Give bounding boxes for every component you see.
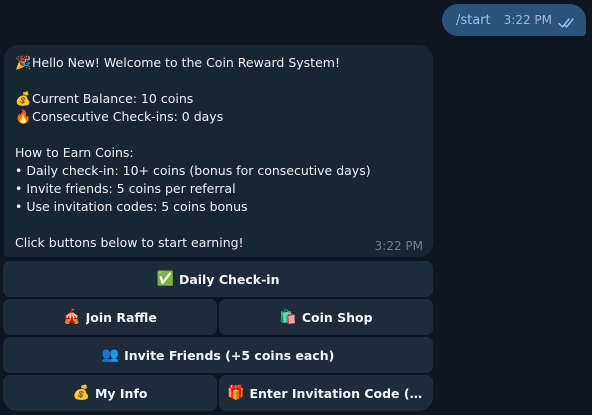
coin-shop-button[interactable]: 🛍️ Coin Shop: [219, 299, 433, 335]
outgoing-message-time: 3:22 PM: [503, 13, 552, 27]
fire-icon: 🔥: [15, 110, 32, 125]
message-line-text: Current Balance: 10 coins: [32, 91, 194, 106]
circus-tent-icon: 🎪: [63, 309, 81, 325]
gift-icon: 🎁: [227, 385, 245, 401]
people-icon: 👥: [101, 347, 120, 363]
incoming-message[interactable]: 🎉Hello New! Welcome to the Coin Reward S…: [4, 45, 433, 257]
money-bag-icon: 💰: [15, 92, 32, 107]
message-line-text: Consecutive Check-ins: 0 days: [32, 109, 224, 124]
message-line: How to Earn Coins:: [15, 144, 423, 162]
message-line: Click buttons below to start earning!: [15, 234, 423, 252]
double-check-icon: [558, 14, 576, 28]
message-line: • Invite friends: 5 coins per referral: [15, 180, 423, 198]
daily-checkin-label: Daily Check-in: [178, 271, 280, 287]
message-line: [15, 216, 423, 234]
message-line-text: • Invite friends: 5 coins per referral: [15, 181, 236, 196]
enter-invitation-code-button[interactable]: 🎁 Enter Invitation Code (+5 ...: [219, 375, 433, 411]
message-line: 💰Current Balance: 10 coins: [15, 90, 423, 108]
coin-shop-label: Coin Shop: [301, 309, 373, 325]
money-bag-icon: 💰: [72, 385, 90, 401]
message-line: 🔥Consecutive Check-ins: 0 days: [15, 108, 423, 126]
my-info-label: My Info: [94, 385, 148, 401]
invite-friends-label: Invite Friends (+5 coins each): [124, 347, 335, 363]
outgoing-message-text: /start: [456, 12, 491, 28]
daily-checkin-button[interactable]: ✅ Daily Check-in: [3, 261, 433, 297]
check-mark-icon: ✅: [156, 271, 174, 287]
message-line: [15, 72, 423, 90]
message-line-text: Click buttons below to start earning!: [15, 235, 244, 250]
join-raffle-label: Join Raffle: [85, 309, 157, 325]
invite-friends-button[interactable]: 👥 Invite Friends (+5 coins each): [3, 337, 433, 373]
join-raffle-button[interactable]: 🎪 Join Raffle: [3, 299, 217, 335]
outgoing-message[interactable]: /start 3:22 PM: [442, 4, 586, 36]
message-line-text: How to Earn Coins:: [15, 145, 134, 160]
message-line: [15, 126, 423, 144]
message-line: • Use invitation codes: 5 coins bonus: [15, 198, 423, 216]
enter-invitation-code-label: Enter Invitation Code (+5 ...: [249, 385, 425, 401]
my-info-button[interactable]: 💰 My Info: [3, 375, 217, 411]
message-line-text: Hello New! Welcome to the Coin Reward Sy…: [32, 55, 340, 70]
inline-keyboard: ✅ Daily Check-in 🎪 Join Raffle 🛍️ Coin S…: [3, 261, 433, 413]
message-line: • Daily check-in: 10+ coins (bonus for c…: [15, 162, 423, 180]
message-line-text: • Use invitation codes: 5 coins bonus: [15, 199, 248, 214]
party-popper-icon: 🎉: [15, 56, 32, 71]
message-line: 🎉Hello New! Welcome to the Coin Reward S…: [15, 54, 423, 72]
incoming-message-body: 🎉Hello New! Welcome to the Coin Reward S…: [15, 54, 423, 252]
shopping-bags-icon: 🛍️: [279, 309, 297, 325]
message-line-text: • Daily check-in: 10+ coins (bonus for c…: [15, 163, 371, 178]
incoming-message-time: 3:22 PM: [374, 239, 423, 253]
